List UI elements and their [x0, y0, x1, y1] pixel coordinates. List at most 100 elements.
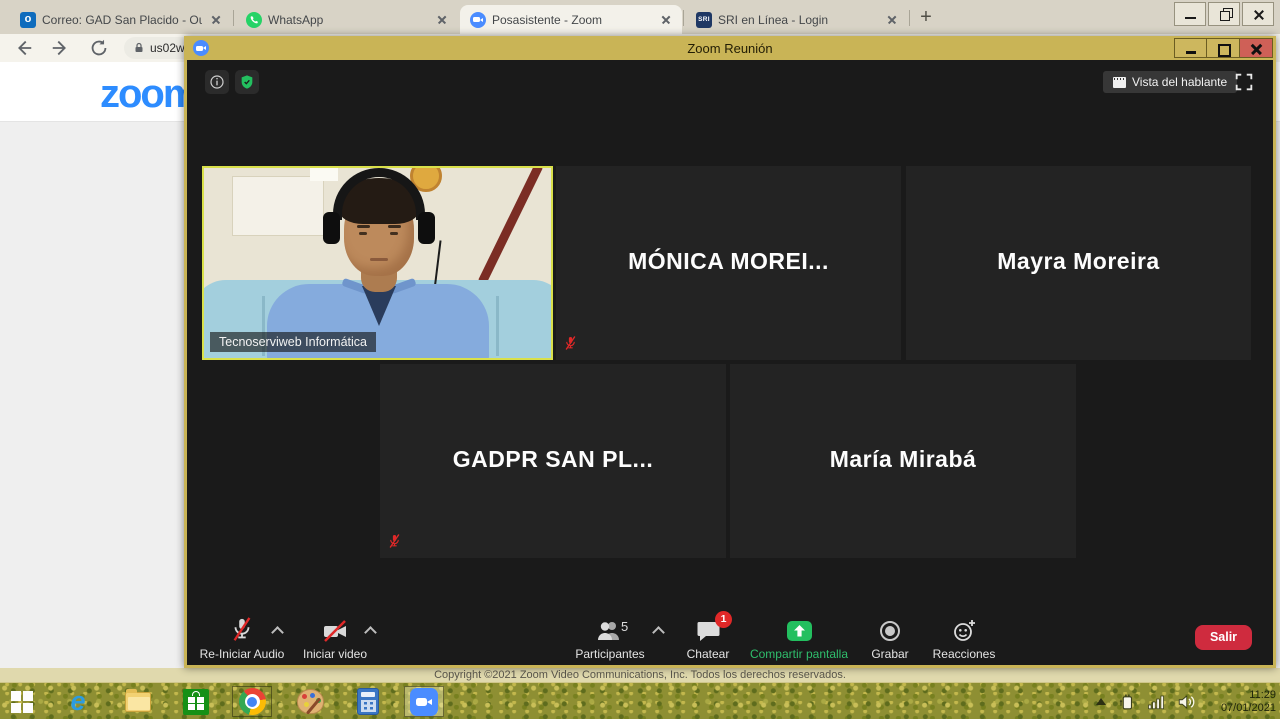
forward-icon[interactable]: [50, 37, 72, 59]
tab-separator: [909, 10, 910, 26]
zoom-meeting-window: Zoom Reunión Vista del hablante: [184, 36, 1276, 668]
browser-tab-strip: o Correo: GAD San Placido - Outlo WhatsA…: [0, 0, 1280, 34]
participant-name: Mayra Moreira: [906, 248, 1251, 275]
tab-title: Correo: GAD San Placido - Outlo: [42, 13, 202, 27]
tab-separator: [233, 10, 234, 26]
zoom-icon: [470, 12, 486, 28]
zoom-window-title: Zoom Reunión: [184, 41, 1276, 56]
speaker-view-label: Vista del hablante: [1132, 75, 1227, 89]
video-tile-tecnoserviweb[interactable]: Tecnoserviweb Informática: [202, 166, 553, 360]
tab-title: SRI en Línea - Login: [718, 13, 878, 27]
new-tab-button[interactable]: +: [912, 4, 940, 32]
outlook-icon: o: [20, 12, 36, 28]
headphone-earcup: [418, 212, 435, 244]
participants-button[interactable]: 5 Participantes: [555, 617, 665, 661]
person-brow: [388, 225, 401, 228]
zoom-close-button[interactable]: [1240, 38, 1273, 58]
zoom-maximize-button[interactable]: [1207, 38, 1240, 58]
browser-minimize-button[interactable]: [1174, 2, 1206, 26]
browser-close-button[interactable]: [1242, 2, 1274, 26]
clock-date: 07/01/2021: [1210, 702, 1276, 715]
battery-icon[interactable]: [1118, 693, 1136, 711]
muted-mic-icon: [564, 335, 577, 352]
headphone-earcup: [323, 212, 340, 244]
close-tab-icon[interactable]: [434, 12, 450, 28]
participant-tile-mayra[interactable]: Mayra Moreira: [906, 166, 1251, 360]
participant-name-label: Tecnoserviweb Informática: [210, 332, 376, 352]
close-tab-icon[interactable]: [884, 12, 900, 28]
video-bg-whiteboard: [232, 176, 324, 236]
store-icon: [183, 689, 209, 715]
video-bg-detail: [310, 168, 338, 181]
ie-icon: e: [70, 688, 85, 715]
tab-title: WhatsApp: [268, 13, 428, 27]
participant-tile-gadpr[interactable]: GADPR SAN PL...: [380, 364, 726, 558]
start-video-button[interactable]: Iniciar video: [280, 617, 390, 661]
reactions-label: Reacciones: [909, 647, 1019, 661]
hidden-icons-caret[interactable]: [1096, 698, 1106, 705]
shield-check-icon: [239, 74, 255, 90]
participants-label: Participantes: [555, 647, 665, 661]
participant-name: MÓNICA MOREI...: [556, 248, 901, 275]
screen: o Correo: GAD San Placido - Outlo WhatsA…: [0, 0, 1280, 719]
chrome-icon: [239, 688, 266, 715]
browser-restore-button[interactable]: [1208, 2, 1240, 26]
taskbar-clock[interactable]: 11:29 07/01/2021: [1210, 689, 1276, 715]
tab-whatsapp[interactable]: WhatsApp: [236, 5, 458, 34]
participants-icon: [596, 619, 624, 643]
reactions-icon: [952, 618, 977, 643]
tab-separator: [683, 10, 684, 26]
person-eye: [390, 232, 398, 235]
participant-tile-maria[interactable]: María Mirabá: [730, 364, 1076, 558]
reactions-button[interactable]: Reacciones: [909, 617, 1019, 661]
zoom-title-bar[interactable]: Zoom Reunión: [184, 36, 1276, 60]
windows-logo-icon: [11, 691, 33, 713]
windows-taskbar: e: [0, 682, 1280, 719]
copyright-text: Copyright ©2021 Zoom Video Communication…: [0, 668, 1280, 682]
tab-posasistente-zoom[interactable]: Posasistente - Zoom: [460, 5, 682, 34]
video-muted-icon: [322, 619, 348, 643]
tab-correo-outlook[interactable]: o Correo: GAD San Placido - Outlo: [10, 5, 232, 34]
volume-icon[interactable]: [1176, 693, 1196, 711]
chrome-button[interactable]: [232, 686, 272, 717]
speaker-view-icon: [1113, 77, 1126, 88]
video-options-caret[interactable]: [366, 625, 375, 634]
reload-icon[interactable]: [88, 37, 110, 59]
tab-title: Posasistente - Zoom: [492, 13, 652, 27]
record-icon: [878, 619, 902, 643]
person-eye: [359, 232, 367, 235]
fullscreen-icon[interactable]: [1233, 71, 1255, 93]
back-icon[interactable]: [12, 37, 34, 59]
muted-mic-icon: [388, 533, 401, 550]
tab-sri-login[interactable]: SRI SRI en Línea - Login: [686, 5, 908, 34]
start-button[interactable]: [2, 686, 42, 717]
encryption-shield-button[interactable]: [235, 70, 259, 94]
meeting-info-button[interactable]: [205, 70, 229, 94]
clock-time: 11:29: [1210, 689, 1276, 702]
zoom-minimize-button[interactable]: [1174, 38, 1207, 58]
start-video-label: Iniciar video: [280, 647, 390, 661]
internet-explorer-button[interactable]: e: [58, 686, 98, 717]
close-tab-icon[interactable]: [208, 12, 224, 28]
person-brow: [357, 225, 370, 228]
participant-tile-monica[interactable]: MÓNICA MOREI...: [556, 166, 901, 360]
speaker-view-button[interactable]: Vista del hablante: [1103, 71, 1237, 93]
person-mouth: [370, 258, 388, 261]
paint-button[interactable]: [290, 686, 330, 717]
sri-icon: SRI: [696, 12, 712, 28]
zoom-app-button[interactable]: [404, 686, 444, 717]
calculator-button[interactable]: [348, 686, 388, 717]
folder-icon: [125, 692, 151, 712]
mic-muted-icon: [230, 617, 254, 643]
chat-unread-badge: 1: [715, 611, 732, 628]
file-explorer-button[interactable]: [118, 686, 158, 717]
meeting-toolbar: Re-Iniciar Audio Iniciar video: [187, 603, 1273, 665]
network-signal-icon[interactable]: [1146, 693, 1166, 711]
participant-name: María Mirabá: [730, 446, 1076, 473]
video-couch-seam: [496, 296, 499, 356]
share-screen-icon: [786, 619, 813, 643]
info-icon: [209, 74, 225, 90]
leave-meeting-button[interactable]: Salir: [1195, 625, 1252, 650]
microsoft-store-button[interactable]: [176, 686, 216, 717]
close-tab-icon[interactable]: [658, 12, 674, 28]
